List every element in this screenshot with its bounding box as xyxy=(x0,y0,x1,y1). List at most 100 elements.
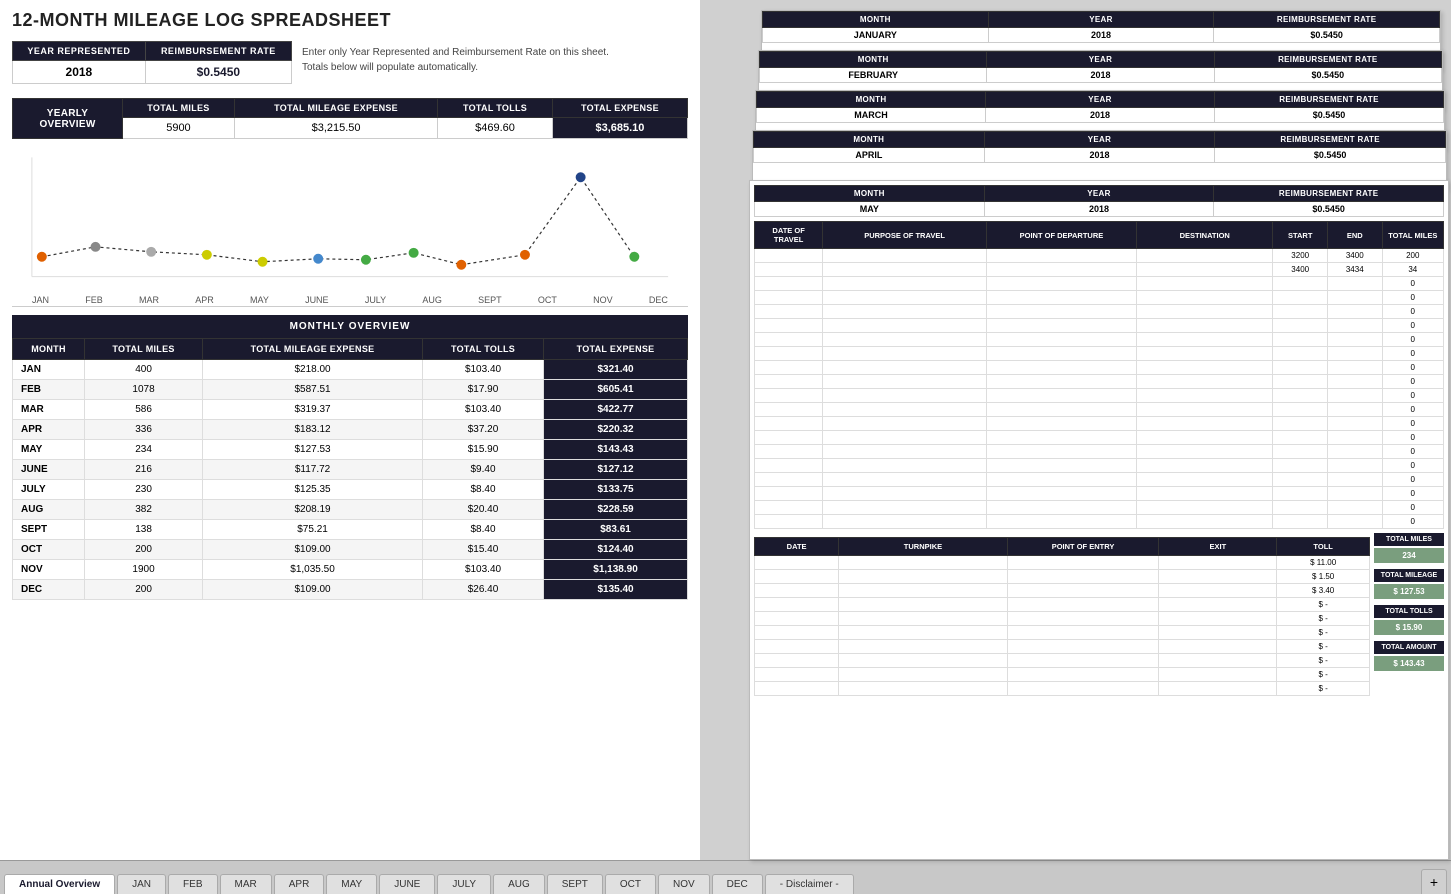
tab-july[interactable]: JULY xyxy=(437,874,491,894)
monthly-row: JAN 400 $218.00 $103.40 $321.40 xyxy=(13,360,688,380)
row-month: MAR xyxy=(13,400,85,420)
feb-rate-header: REIMBURSEMENT RATE xyxy=(1214,52,1441,68)
tab-dec[interactable]: DEC xyxy=(712,874,763,894)
tab-nov[interactable]: NOV xyxy=(658,874,710,894)
tab---disclaimer--[interactable]: - Disclaimer - xyxy=(765,874,854,894)
monthly-row: SEPT 138 $75.21 $8.40 $83.61 xyxy=(13,520,688,540)
add-tab-button[interactable]: + xyxy=(1421,869,1447,894)
chart-point-june xyxy=(313,254,323,264)
row-tolls: $8.40 xyxy=(422,520,543,540)
jan-month-header: MONTH xyxy=(763,12,989,28)
may-card: MONTH YEAR REIMBURSEMENT RATE MAY 2018 $… xyxy=(749,180,1449,860)
row-month: AUG xyxy=(13,500,85,520)
may-year-value: 2018 xyxy=(984,202,1214,217)
chart-label-mar: MAR xyxy=(139,295,159,305)
chart-label-dec: DEC xyxy=(649,295,668,305)
row-expense: $135.40 xyxy=(544,580,688,600)
total-amount-label: TOTAL AMOUNT xyxy=(1374,641,1444,654)
jan-year-header: YEAR xyxy=(988,12,1214,28)
tab-oct[interactable]: OCT xyxy=(605,874,656,894)
row-expense: $133.75 xyxy=(544,480,688,500)
jan-rate-header: REIMBURSEMENT RATE xyxy=(1214,12,1440,28)
yearly-total-expense: $3,685.10 xyxy=(552,118,687,139)
row-tolls: $20.40 xyxy=(422,500,543,520)
tab-sept[interactable]: SEPT xyxy=(547,874,603,894)
tab-jan[interactable]: JAN xyxy=(117,874,166,894)
chart-label-july: JULY xyxy=(365,295,386,305)
chart-label-may: MAY xyxy=(250,295,269,305)
row-miles: 382 xyxy=(85,500,203,520)
row-tolls: $37.20 xyxy=(422,420,543,440)
row-month: JUNE xyxy=(13,460,85,480)
toll-row: $ - xyxy=(755,626,1370,640)
yearly-total-mileage: $3,215.50 xyxy=(234,118,437,139)
row-mileage: $319.37 xyxy=(203,400,423,420)
row-mileage: $125.35 xyxy=(203,480,423,500)
row-mileage: $208.19 xyxy=(203,500,423,520)
apr-month-header: MONTH xyxy=(754,132,985,148)
chart-point-dec xyxy=(629,252,639,262)
jan-year-value: 2018 xyxy=(988,28,1214,43)
line-chart xyxy=(12,147,688,292)
chart-label-feb: FEB xyxy=(85,295,103,305)
feb-month-header: MONTH xyxy=(760,52,987,68)
tab-aug[interactable]: AUG xyxy=(493,874,545,894)
travel-row: 3400 3434 34 xyxy=(755,263,1444,277)
row-expense: $1,138.90 xyxy=(544,560,688,580)
tab-feb[interactable]: FEB xyxy=(168,874,217,894)
row-miles: 1078 xyxy=(85,380,203,400)
feb-month-value: FEBRUARY xyxy=(760,68,987,83)
col-toll-date: DATE xyxy=(755,538,839,556)
row-expense: $124.40 xyxy=(544,540,688,560)
chart-point-oct xyxy=(520,250,530,260)
tab-mar[interactable]: MAR xyxy=(220,874,272,894)
toll-row: $ 3.40 xyxy=(755,584,1370,598)
toll-row: $ - xyxy=(755,668,1370,682)
col-total-miles-travel: TOTAL MILES xyxy=(1382,222,1443,249)
travel-row: 0 xyxy=(755,473,1444,487)
chart-label-jan: JAN xyxy=(32,295,49,305)
row-tolls: $103.40 xyxy=(422,400,543,420)
monthly-overview-table: MONTH TOTAL MILES TOTAL MILEAGE EXPENSE … xyxy=(12,338,688,600)
tab-apr[interactable]: APR xyxy=(274,874,325,894)
travel-row: 0 xyxy=(755,501,1444,515)
may-rate-header: REIMBURSEMENT RATE xyxy=(1214,186,1444,202)
total-mileage-header: TOTAL MILEAGE EXPENSE xyxy=(234,99,437,118)
tab-may[interactable]: MAY xyxy=(326,874,377,894)
monthly-overview-header: MONTHLY OVERVIEW xyxy=(12,315,688,338)
page-title: 12-MONTH MILEAGE LOG SPREADSHEET xyxy=(12,10,688,31)
instructions: Enter only Year Represented and Reimburs… xyxy=(302,41,609,79)
row-mileage: $109.00 xyxy=(203,580,423,600)
travel-row: 0 xyxy=(755,417,1444,431)
row-expense: $321.40 xyxy=(544,360,688,380)
row-month: NOV xyxy=(13,560,85,580)
tab-bar: Annual OverviewJANFEBMARAPRMAYJUNEJULYAU… xyxy=(0,860,1451,894)
total-mileage-label: TOTAL MILEAGE xyxy=(1374,569,1444,582)
chart-label-apr: APR xyxy=(195,295,214,305)
travel-row: 0 xyxy=(755,487,1444,501)
chart-point-feb xyxy=(91,242,101,252)
jan-month-value: JANUARY xyxy=(763,28,989,43)
row-expense: $605.41 xyxy=(544,380,688,400)
col-month: MONTH xyxy=(13,339,85,360)
row-tolls: $15.90 xyxy=(422,440,543,460)
total-mileage-value: $ 127.53 xyxy=(1374,584,1444,599)
col-departure: POINT OF DEPARTURE xyxy=(986,222,1136,249)
total-miles-value: 234 xyxy=(1374,548,1444,563)
travel-row: 0 xyxy=(755,347,1444,361)
tab-june[interactable]: JUNE xyxy=(379,874,435,894)
monthly-row: MAR 586 $319.37 $103.40 $422.77 xyxy=(13,400,688,420)
year-label: YEAR REPRESENTED xyxy=(13,42,146,61)
total-tolls-header: TOTAL TOLLS xyxy=(438,99,553,118)
tab-annual-overview[interactable]: Annual Overview xyxy=(4,874,115,894)
travel-row: 0 xyxy=(755,291,1444,305)
row-miles: 216 xyxy=(85,460,203,480)
chart-label-nov: NOV xyxy=(593,295,613,305)
rate-value[interactable]: $0.5450 xyxy=(145,61,291,84)
travel-row: 0 xyxy=(755,305,1444,319)
col-date-travel: DATE OF TRAVEL xyxy=(755,222,823,249)
toll-row: $ - xyxy=(755,654,1370,668)
year-value[interactable]: 2018 xyxy=(13,61,146,84)
monthly-row: JULY 230 $125.35 $8.40 $133.75 xyxy=(13,480,688,500)
row-expense: $143.43 xyxy=(544,440,688,460)
